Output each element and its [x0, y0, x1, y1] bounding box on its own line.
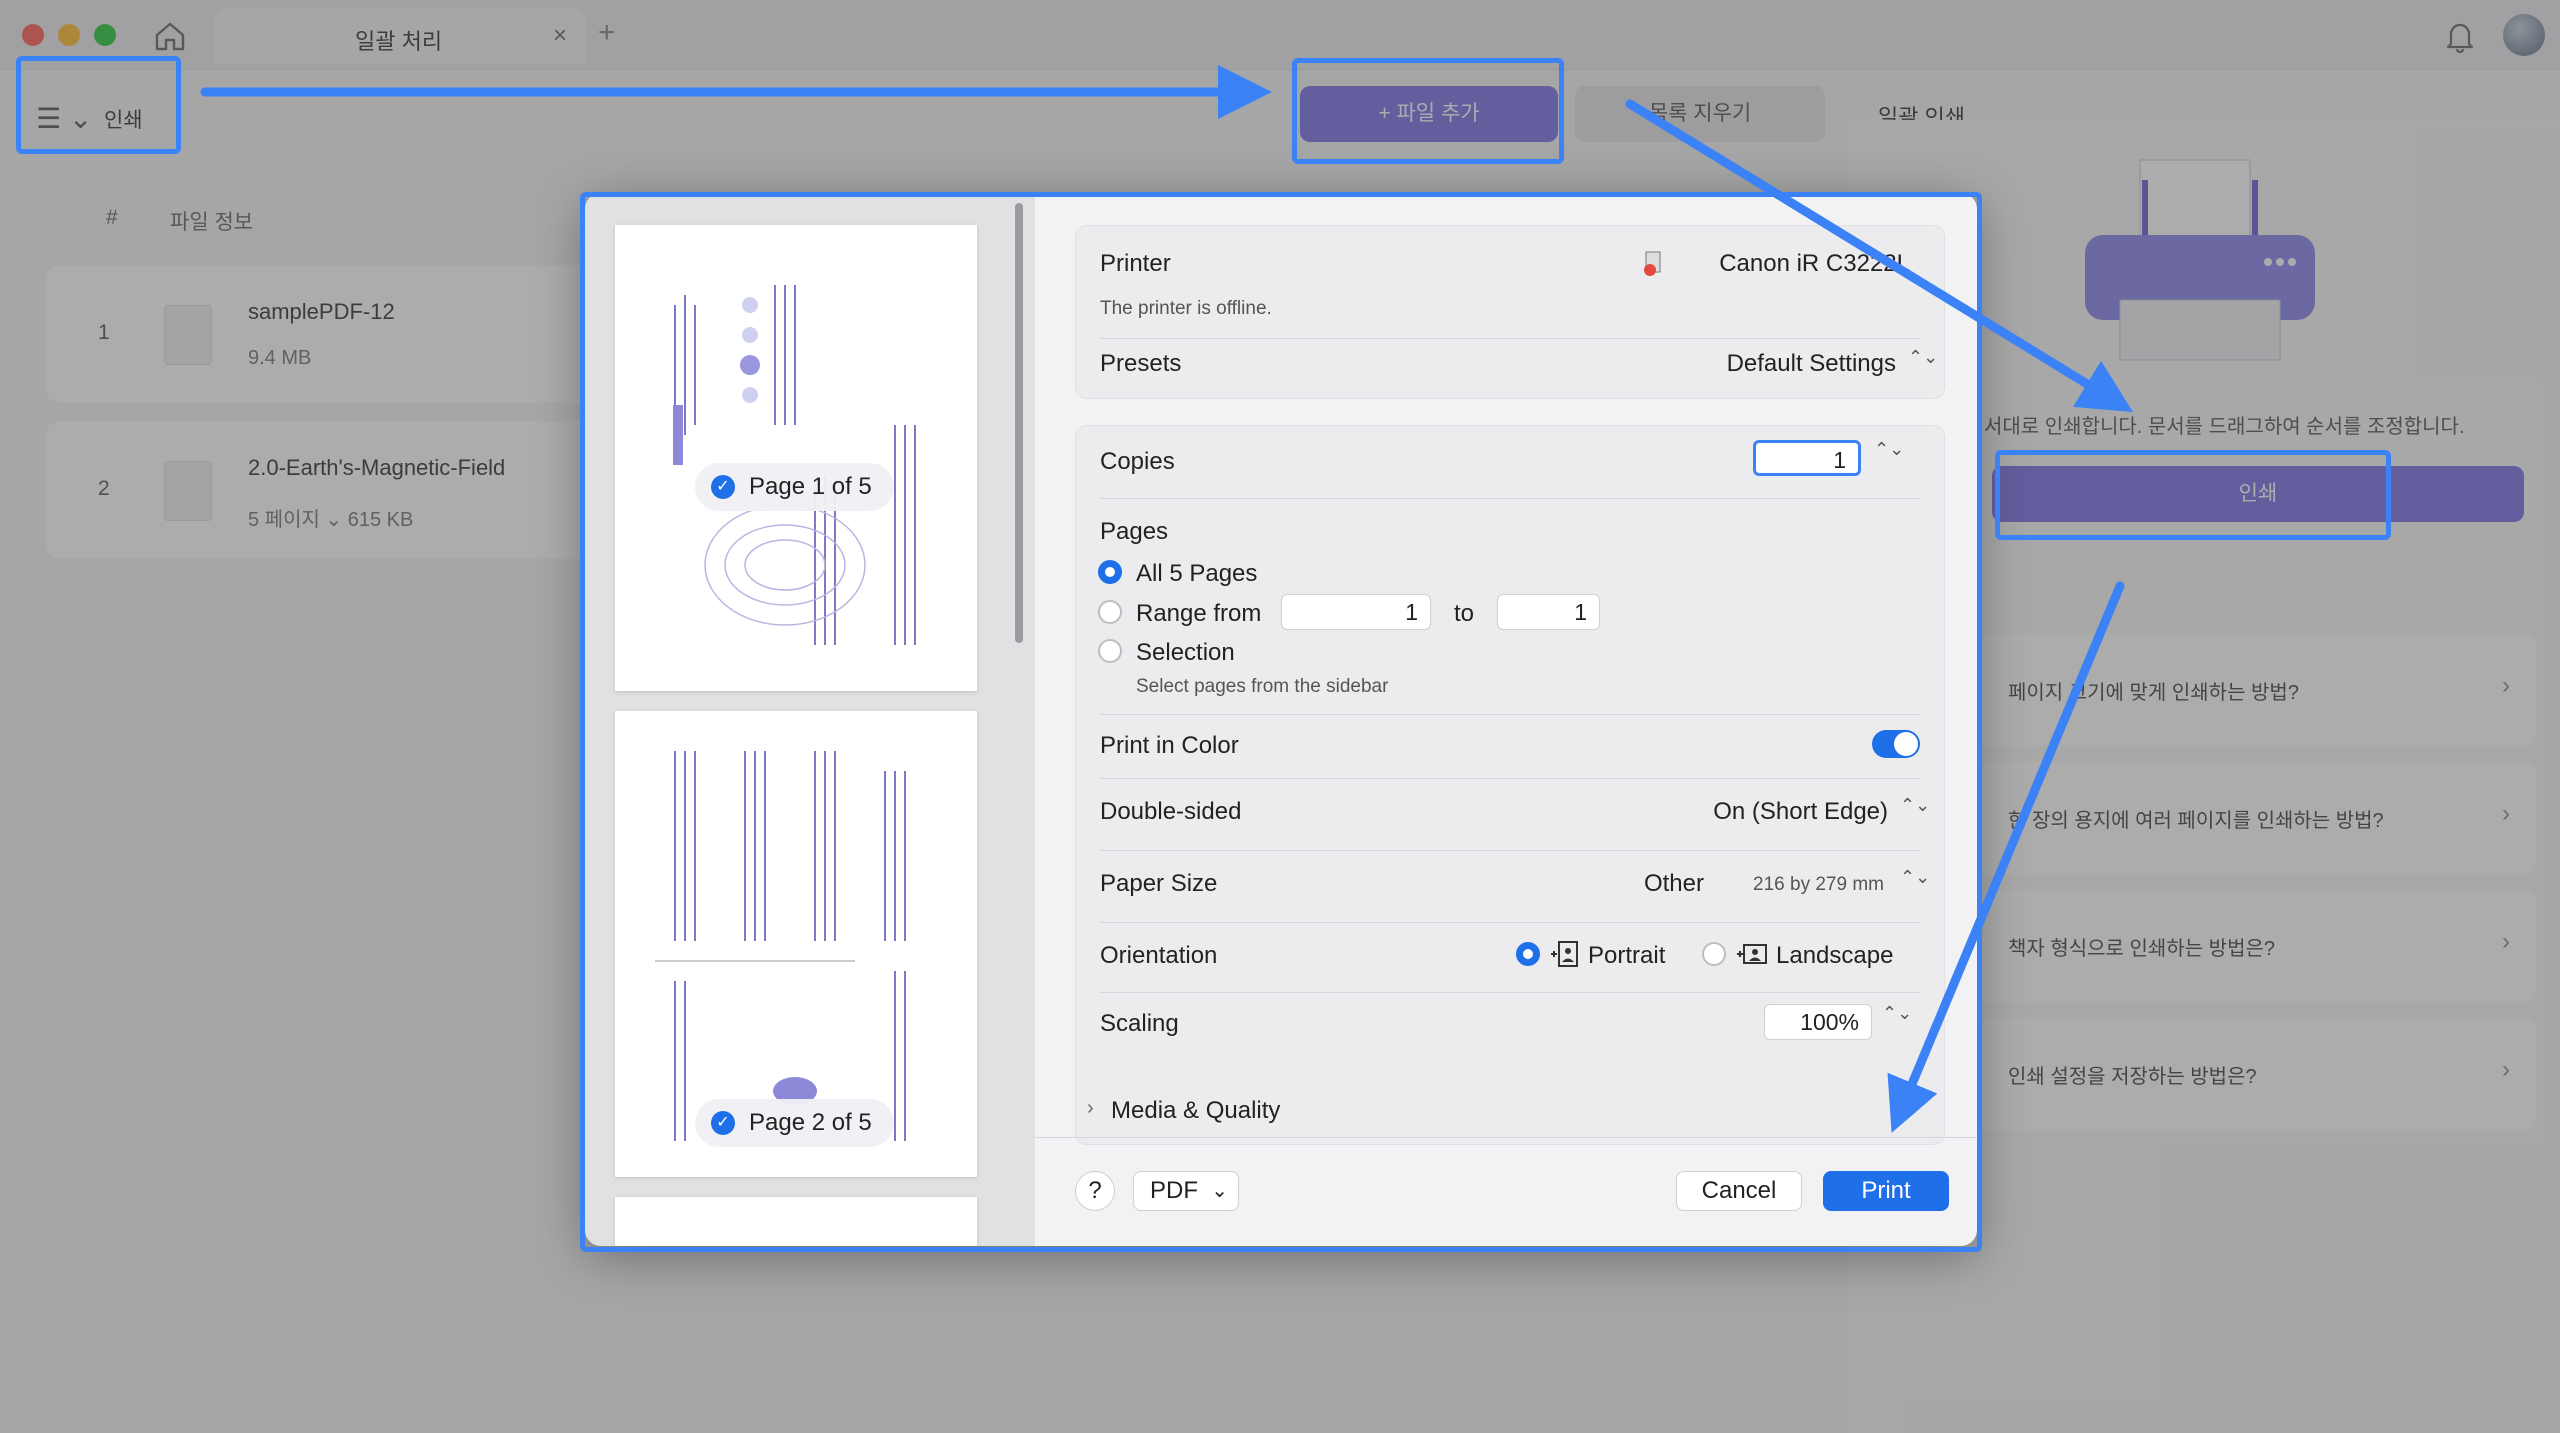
highlight-add-file [1292, 58, 1564, 164]
highlight-print-button [1995, 450, 2391, 540]
highlight-menu [16, 56, 181, 154]
highlight-print-dialog [580, 192, 1982, 1252]
